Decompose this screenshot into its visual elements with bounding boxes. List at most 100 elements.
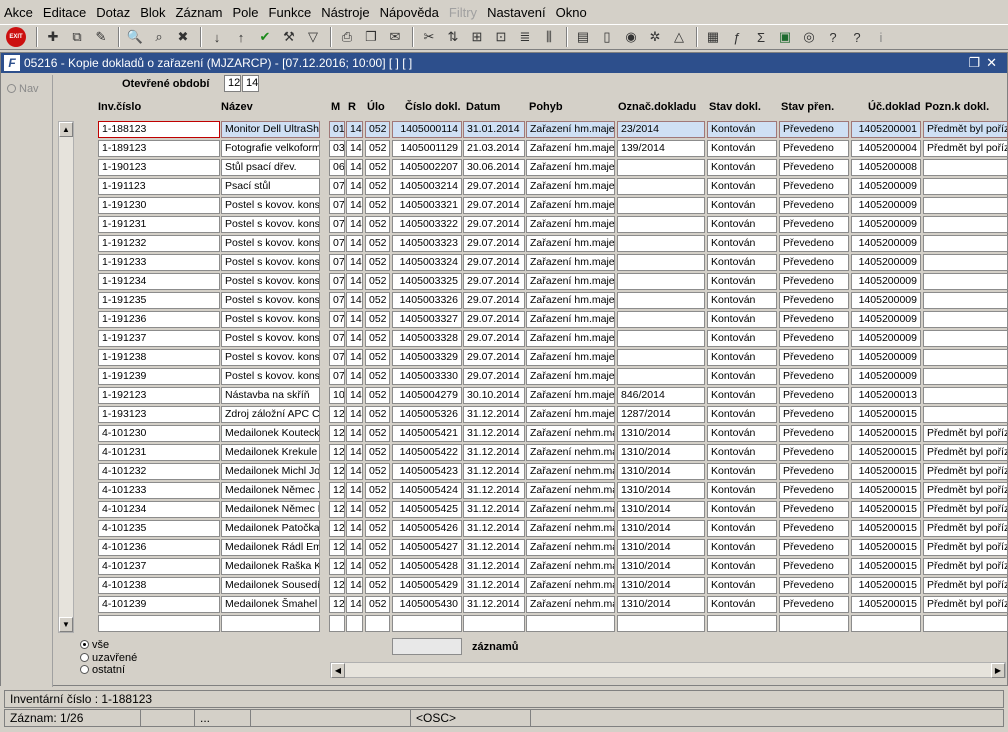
- table-cell[interactable]: Zařazení hm.majetku: [526, 121, 615, 138]
- table-cell[interactable]: Převedeno: [779, 520, 849, 537]
- table-cell[interactable]: 14: [346, 482, 363, 499]
- table-cell[interactable]: 14: [346, 254, 363, 271]
- table-cell-empty[interactable]: [329, 615, 345, 632]
- table-cell-empty[interactable]: [392, 615, 462, 632]
- table-cell[interactable]: Převedeno: [779, 501, 849, 518]
- table-cell-empty[interactable]: [346, 615, 363, 632]
- table-cell[interactable]: Kontován: [707, 273, 777, 290]
- scroll-right-icon[interactable]: ▶: [991, 663, 1005, 678]
- table-cell[interactable]: 1405005326: [392, 406, 462, 423]
- table-cell[interactable]: Předmět byl pořízen: [923, 463, 1008, 480]
- menu-item-2[interactable]: Dotaz: [96, 5, 130, 20]
- table-cell[interactable]: Zařazení nehm.majetku: [526, 444, 615, 461]
- table-cell[interactable]: 1-191237: [98, 330, 220, 347]
- table-cell[interactable]: 14: [346, 273, 363, 290]
- list-icon[interactable]: ≣: [514, 26, 536, 48]
- filter-icon[interactable]: ▽: [302, 26, 324, 48]
- table-cell[interactable]: Zařazení hm.majetku: [526, 235, 615, 252]
- table-cell[interactable]: Kontován: [707, 425, 777, 442]
- table-cell[interactable]: 4-101231: [98, 444, 220, 461]
- table-cell[interactable]: 1310/2014: [617, 520, 705, 537]
- table-cell[interactable]: Kontován: [707, 368, 777, 385]
- table-cell[interactable]: 1405001129: [392, 140, 462, 157]
- table-cell[interactable]: 052: [365, 273, 390, 290]
- table-cell[interactable]: Zařazení nehm.majetku: [526, 577, 615, 594]
- columns-icon[interactable]: ⫼: [538, 26, 560, 48]
- table-cell[interactable]: 052: [365, 254, 390, 271]
- table-cell-empty[interactable]: [221, 615, 320, 632]
- table-cell[interactable]: 4-101230: [98, 425, 220, 442]
- table-cell[interactable]: 29.07.2014: [463, 216, 525, 233]
- table-cell[interactable]: 12: [329, 406, 345, 423]
- table-cell[interactable]: 052: [365, 596, 390, 613]
- table-cell[interactable]: Kontován: [707, 292, 777, 309]
- table-cell[interactable]: 12: [329, 539, 345, 556]
- table-cell-empty[interactable]: [851, 615, 921, 632]
- table-cell[interactable]: Medailonek Koutecký: [221, 425, 320, 442]
- table-cell[interactable]: 1405200013: [851, 387, 921, 404]
- table-cell[interactable]: 14: [346, 368, 363, 385]
- table-cell[interactable]: Zařazení hm.majetku: [526, 406, 615, 423]
- table-cell[interactable]: Kontován: [707, 482, 777, 499]
- table-cell[interactable]: Postel s kovov. konstr.: [221, 254, 320, 271]
- table-cell[interactable]: Předmět byl pořízen: [923, 596, 1008, 613]
- table-cell[interactable]: 12: [329, 520, 345, 537]
- table-cell[interactable]: Kontován: [707, 235, 777, 252]
- table-cell[interactable]: 052: [365, 577, 390, 594]
- table-cell[interactable]: Převedeno: [779, 368, 849, 385]
- table-cell[interactable]: 12: [329, 577, 345, 594]
- table-cell[interactable]: Kontován: [707, 311, 777, 328]
- table-cell[interactable]: 139/2014: [617, 140, 705, 157]
- table-cell[interactable]: 31.12.2014: [463, 577, 525, 594]
- table-cell[interactable]: 1405003322: [392, 216, 462, 233]
- table-cell[interactable]: Předmět byl pořízen: [923, 577, 1008, 594]
- table-cell-empty[interactable]: [365, 615, 390, 632]
- table-cell[interactable]: 29.07.2014: [463, 273, 525, 290]
- table-cell[interactable]: [923, 330, 1008, 347]
- table-cell[interactable]: Kontován: [707, 558, 777, 575]
- window-controls[interactable]: ❐✕: [968, 55, 1003, 71]
- scroll-left-icon[interactable]: ◀: [331, 663, 345, 678]
- table-cell[interactable]: 14: [346, 463, 363, 480]
- table-cell[interactable]: 1405003321: [392, 197, 462, 214]
- table-cell[interactable]: Převedeno: [779, 197, 849, 214]
- table-cell[interactable]: 31.12.2014: [463, 501, 525, 518]
- table-cell[interactable]: Převedeno: [779, 406, 849, 423]
- table-cell[interactable]: 4-101237: [98, 558, 220, 575]
- table-cell[interactable]: 4-101233: [98, 482, 220, 499]
- table-cell[interactable]: 1405200015: [851, 596, 921, 613]
- table-cell[interactable]: [617, 216, 705, 233]
- menu-item-9[interactable]: Filtry: [449, 5, 477, 20]
- table-cell[interactable]: Postel s kovov. konstr.: [221, 273, 320, 290]
- table-cell[interactable]: Postel s kovov. konstr.: [221, 330, 320, 347]
- table-cell[interactable]: 846/2014: [617, 387, 705, 404]
- table-cell[interactable]: [923, 349, 1008, 366]
- open-period-month[interactable]: 12: [224, 75, 241, 92]
- table-cell[interactable]: 31.12.2014: [463, 425, 525, 442]
- table-cell[interactable]: 14: [346, 577, 363, 594]
- table-cell[interactable]: 052: [365, 482, 390, 499]
- table-cell[interactable]: Zařazení nehm.majetku: [526, 558, 615, 575]
- table-cell[interactable]: 12: [329, 596, 345, 613]
- table-cell[interactable]: Medailonek Michl Josef: [221, 463, 320, 480]
- sum-icon[interactable]: Σ: [750, 26, 772, 48]
- table-cell[interactable]: Kontován: [707, 387, 777, 404]
- table-cell[interactable]: 1-193123: [98, 406, 220, 423]
- table-cell[interactable]: Zařazení hm.majetku: [526, 273, 615, 290]
- table-cell[interactable]: Medailonek Krekule: [221, 444, 320, 461]
- table-cell[interactable]: 14: [346, 520, 363, 537]
- table-cell[interactable]: 1405003328: [392, 330, 462, 347]
- table-cell[interactable]: [923, 292, 1008, 309]
- table-cell[interactable]: 29.07.2014: [463, 330, 525, 347]
- table-cell[interactable]: Předmět byl pořízen: [923, 501, 1008, 518]
- exit-icon[interactable]: EXIT: [6, 27, 26, 47]
- table-cell[interactable]: Kontován: [707, 596, 777, 613]
- table-cell[interactable]: 1-191232: [98, 235, 220, 252]
- table-cell[interactable]: Zařazení nehm.majetku: [526, 501, 615, 518]
- help-icon[interactable]: ?: [822, 26, 844, 48]
- table-cell[interactable]: 4-101232: [98, 463, 220, 480]
- table-cell[interactable]: 14: [346, 596, 363, 613]
- sort-ascending-icon[interactable]: ↓: [206, 26, 228, 48]
- table-cell[interactable]: Monitor Dell UltraSharp: [221, 121, 320, 138]
- table-cell[interactable]: 30.10.2014: [463, 387, 525, 404]
